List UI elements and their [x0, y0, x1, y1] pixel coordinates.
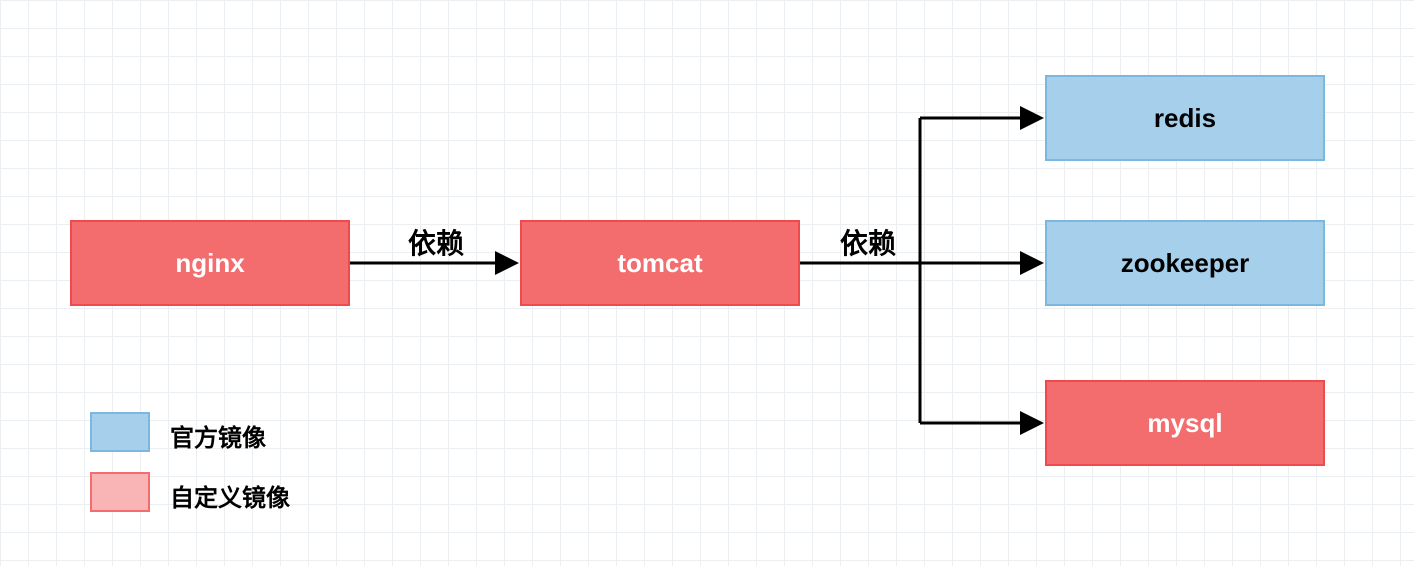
node-nginx-label: nginx — [175, 248, 244, 279]
legend-swatch-official — [90, 412, 150, 452]
node-tomcat: tomcat — [520, 220, 800, 306]
node-redis-label: redis — [1154, 103, 1216, 134]
edge-label-tomcat-services: 依赖 — [840, 222, 896, 262]
legend-label-official: 官方镜像 — [170, 418, 266, 453]
node-mysql: mysql — [1045, 380, 1325, 466]
legend-label-custom: 自定义镜像 — [170, 478, 290, 513]
node-zookeeper-label: zookeeper — [1121, 248, 1250, 279]
node-redis: redis — [1045, 75, 1325, 161]
edge-label-nginx-tomcat: 依赖 — [408, 222, 464, 262]
legend-swatch-custom — [90, 472, 150, 512]
node-mysql-label: mysql — [1147, 408, 1222, 439]
node-tomcat-label: tomcat — [617, 248, 702, 279]
node-nginx: nginx — [70, 220, 350, 306]
node-zookeeper: zookeeper — [1045, 220, 1325, 306]
